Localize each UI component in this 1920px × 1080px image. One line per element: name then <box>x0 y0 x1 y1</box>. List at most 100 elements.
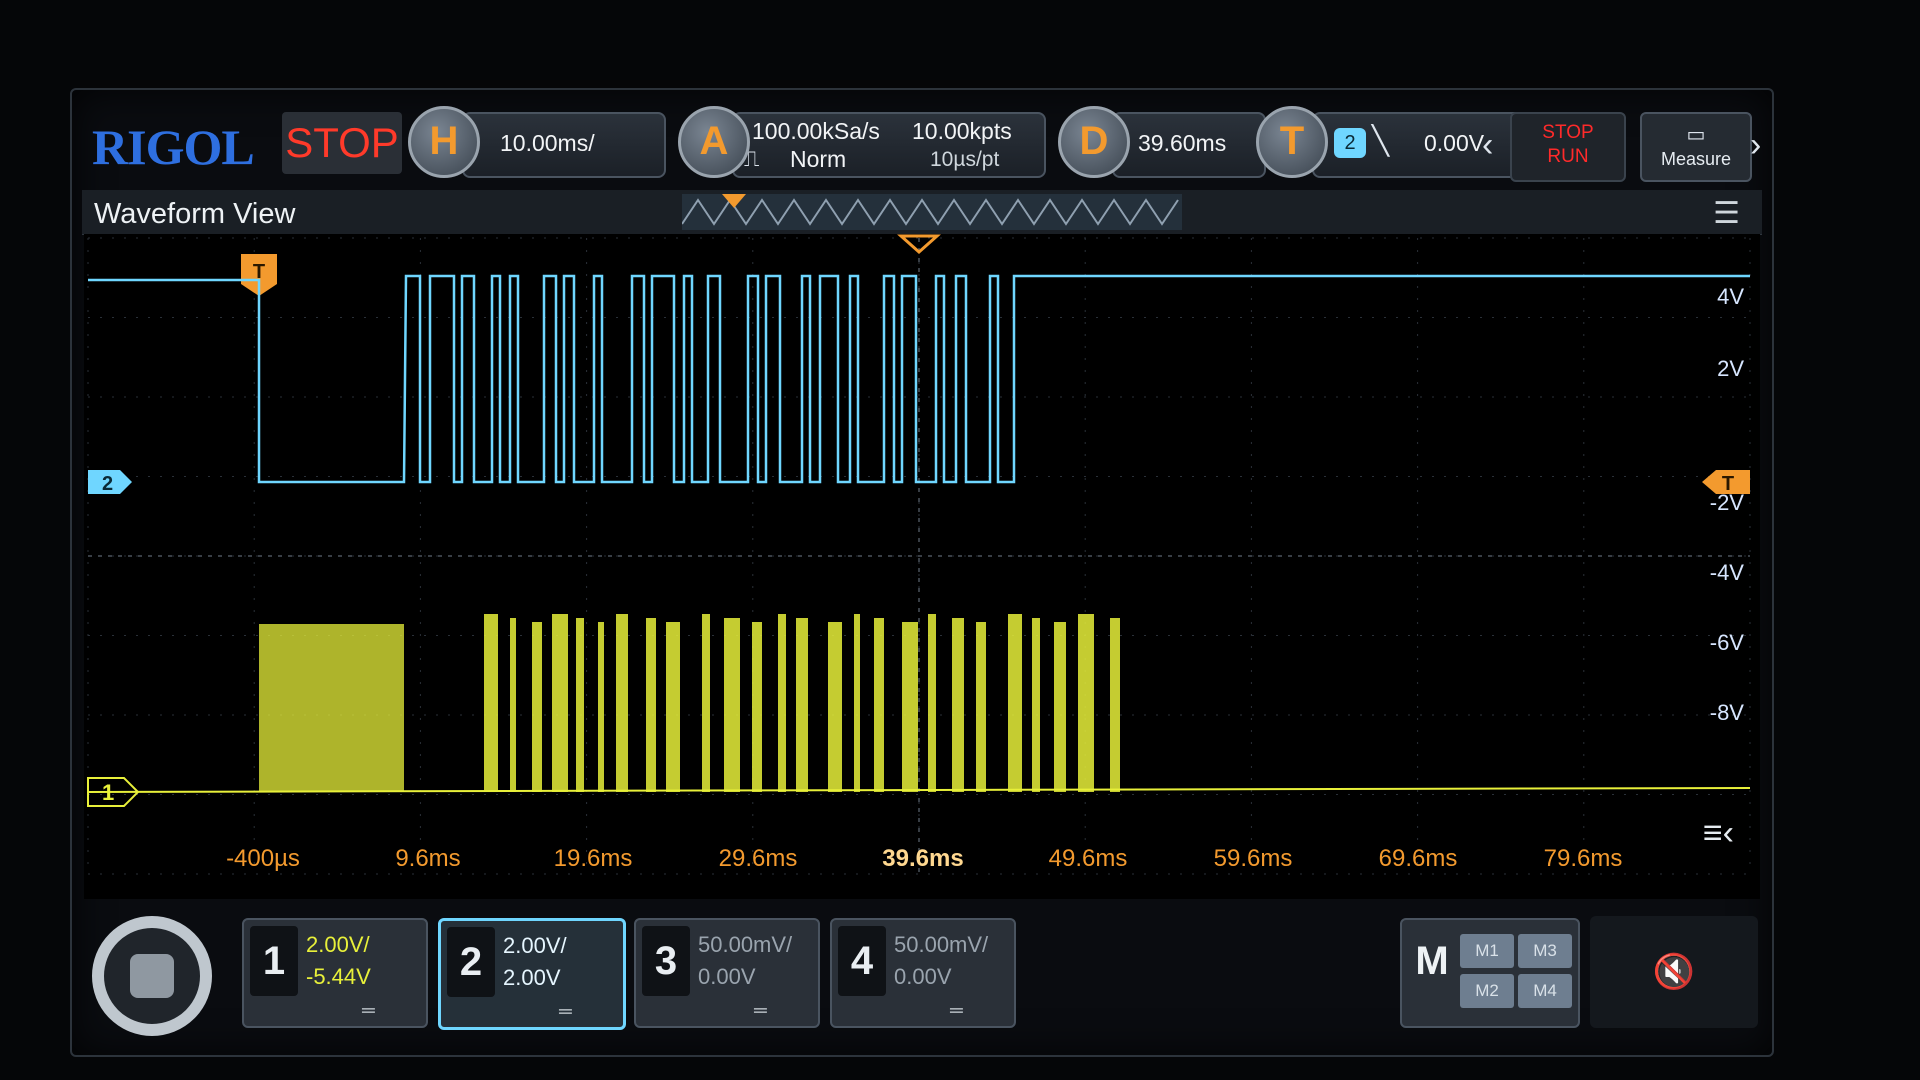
channel-1-burst <box>874 618 884 792</box>
channel-3-offset: 0.00V <box>698 964 756 989</box>
channel-1-burst <box>484 614 498 792</box>
math-box[interactable]: M M1 M3 M2 M4 <box>1400 918 1580 1028</box>
channel-1-burst <box>1008 614 1022 792</box>
time-tick-label: 79.6ms <box>1544 845 1623 872</box>
top-status-bar: RIGOL STOP 10.00ms/ H 100.00kSa/s 10.00k… <box>82 98 1762 188</box>
measure-label: Measure <box>1660 149 1732 169</box>
time-tick-label: 59.6ms <box>1214 845 1293 872</box>
time-tick-label: 49.6ms <box>1049 845 1128 872</box>
time-tick-label: 29.6ms <box>719 845 798 872</box>
channel-2-box[interactable]: 2 2.00V/ 2.00V ═ <box>438 918 626 1030</box>
channel-2-number: 2 <box>447 927 495 997</box>
settings-gear-icon[interactable] <box>92 916 212 1036</box>
channel-1-burst <box>532 622 542 792</box>
acquire-badge[interactable]: A <box>678 106 750 178</box>
channel-1-marker-label: 1 <box>102 780 114 805</box>
dc-coupling-icon: ═ <box>559 1001 572 1021</box>
time-tick-label: 69.6ms <box>1379 845 1458 872</box>
chevron-left-icon[interactable]: ‹ <box>1482 126 1493 165</box>
channel-2-marker-label: 2 <box>102 473 113 495</box>
delay-badge[interactable]: D <box>1058 106 1130 178</box>
time-tick-label: 39.6ms <box>882 845 963 872</box>
channel-1-burst <box>510 618 516 792</box>
trigger-badge[interactable]: T <box>1256 106 1328 178</box>
channel-1-burst <box>778 614 786 792</box>
channel-1-burst <box>616 614 628 792</box>
math-m3-button[interactable]: M3 <box>1518 934 1572 968</box>
ruler-icon: ▭ <box>1686 124 1706 146</box>
stop-run-button[interactable]: STOP RUN <box>1510 112 1626 182</box>
channel-1-burst-block <box>259 624 404 792</box>
time-tick-label: -400µs <box>226 845 300 872</box>
channel-1-burst <box>976 622 986 792</box>
delay-value: 39.60ms <box>1138 130 1227 156</box>
time-tick-label: 19.6ms <box>554 845 633 872</box>
run-state-indicator[interactable]: STOP <box>282 112 402 174</box>
channel-1-box[interactable]: 1 2.00V/ -5.44V ═ <box>242 918 428 1028</box>
dc-coupling-icon: ═ <box>950 1000 963 1020</box>
settings-gear-center <box>130 954 174 998</box>
channel-3-box[interactable]: 3 50.00mV/ 0.00V ═ <box>634 918 820 1028</box>
delay-button[interactable]: 39.60ms <box>1112 112 1266 178</box>
stop-run-line2: RUN <box>1547 146 1589 167</box>
channel-1-offset: -5.44V <box>306 964 371 989</box>
measure-button[interactable]: ▭ Measure <box>1640 112 1752 182</box>
math-letter: M <box>1415 939 1449 983</box>
channel-1-burst <box>702 614 710 792</box>
overview-strip[interactable] <box>682 194 1182 230</box>
voltage-tick-label: -6V <box>1710 630 1745 655</box>
math-m1-button[interactable]: M1 <box>1460 934 1514 968</box>
time-per-point-value: 10µs/pt <box>930 148 1000 171</box>
oscilloscope-screen: RIGOL STOP 10.00ms/ H 100.00kSa/s 10.00k… <box>70 88 1774 1057</box>
waveform-view-title: Waveform View <box>94 198 296 230</box>
horizontal-scale-value: 10.00ms/ <box>500 130 595 156</box>
channel-4-number: 4 <box>838 926 886 996</box>
voltage-tick-label: -4V <box>1710 560 1745 585</box>
channel-1-burst <box>828 622 842 792</box>
channel-2-offset: 2.00V <box>503 965 561 990</box>
waveform-plot[interactable]: T 4V 2V -2V -4V -6V -8V -400µs 9.6ms 19.6ms 29.6ms… <box>84 234 1760 899</box>
channel-1-burst <box>1110 618 1120 792</box>
trigger-source-badge: 2 <box>1334 128 1366 158</box>
collapse-panel-icon: ≡‹ <box>1703 814 1734 852</box>
channel-1-burst <box>1032 618 1040 792</box>
dc-coupling-icon: ═ <box>362 1000 375 1020</box>
channel-1-burst <box>952 618 964 792</box>
channel-1-burst <box>854 614 860 792</box>
channel-4-box[interactable]: 4 50.00mV/ 0.00V ═ <box>830 918 1016 1028</box>
trigger-level-marker-label: T <box>1722 473 1734 495</box>
channel-1-burst <box>552 614 568 792</box>
stop-run-line1: STOP <box>1542 122 1594 143</box>
channel-4-offset: 0.00V <box>894 964 952 989</box>
math-m2-button[interactable]: M2 <box>1460 974 1514 1008</box>
channel-1-burst <box>576 618 584 792</box>
trigger-level-value: 0.00V <box>1424 130 1485 156</box>
channel-1-burst <box>796 618 808 792</box>
channel-3-scale: 50.00mV/ <box>698 932 793 957</box>
channel-2-scale: 2.00V/ <box>503 933 567 958</box>
channel-1-burst <box>598 622 604 792</box>
bottom-channel-bar: 1 2.00V/ -5.44V ═ 2 2.00V/ 2.00V ═ 3 50.… <box>82 908 1762 1046</box>
channel-1-burst <box>724 618 740 792</box>
chevron-right-icon[interactable]: › <box>1750 126 1761 165</box>
channel-1-burst <box>902 622 918 792</box>
horizontal-badge[interactable]: H <box>408 106 480 178</box>
channel-1-burst <box>1054 622 1066 792</box>
channel-1-burst <box>646 618 656 792</box>
voltage-tick-label: 4V <box>1717 284 1744 309</box>
waveform-view-header: Waveform View ☰ <box>82 190 1762 235</box>
channel-3-number: 3 <box>642 926 690 996</box>
horizontal-scale-button[interactable]: 10.00ms/ <box>462 112 666 178</box>
sample-rate-value: 100.00kSa/s <box>752 118 880 144</box>
acquire-settings-button[interactable]: 100.00kSa/s 10.00kpts ⎍ Norm 10µs/pt <box>732 112 1046 178</box>
brand-logo: RIGOL <box>92 119 255 175</box>
sound-muted-icon[interactable]: 🔇 <box>1590 916 1758 1028</box>
math-m4-button[interactable]: M4 <box>1518 974 1572 1008</box>
menu-icon[interactable]: ☰ <box>1713 196 1740 231</box>
acquire-mode-value: Norm <box>790 146 847 172</box>
channel-4-scale: 50.00mV/ <box>894 932 989 957</box>
channel-1-scale: 2.00V/ <box>306 932 370 957</box>
waveform-svg: T4V2V-2V-4V-6V-8V-400µs 9.6ms 19.6ms 29.6ms… <box>87 234 1751 875</box>
channel-1-burst <box>752 622 762 792</box>
channel-1-burst <box>666 622 680 792</box>
